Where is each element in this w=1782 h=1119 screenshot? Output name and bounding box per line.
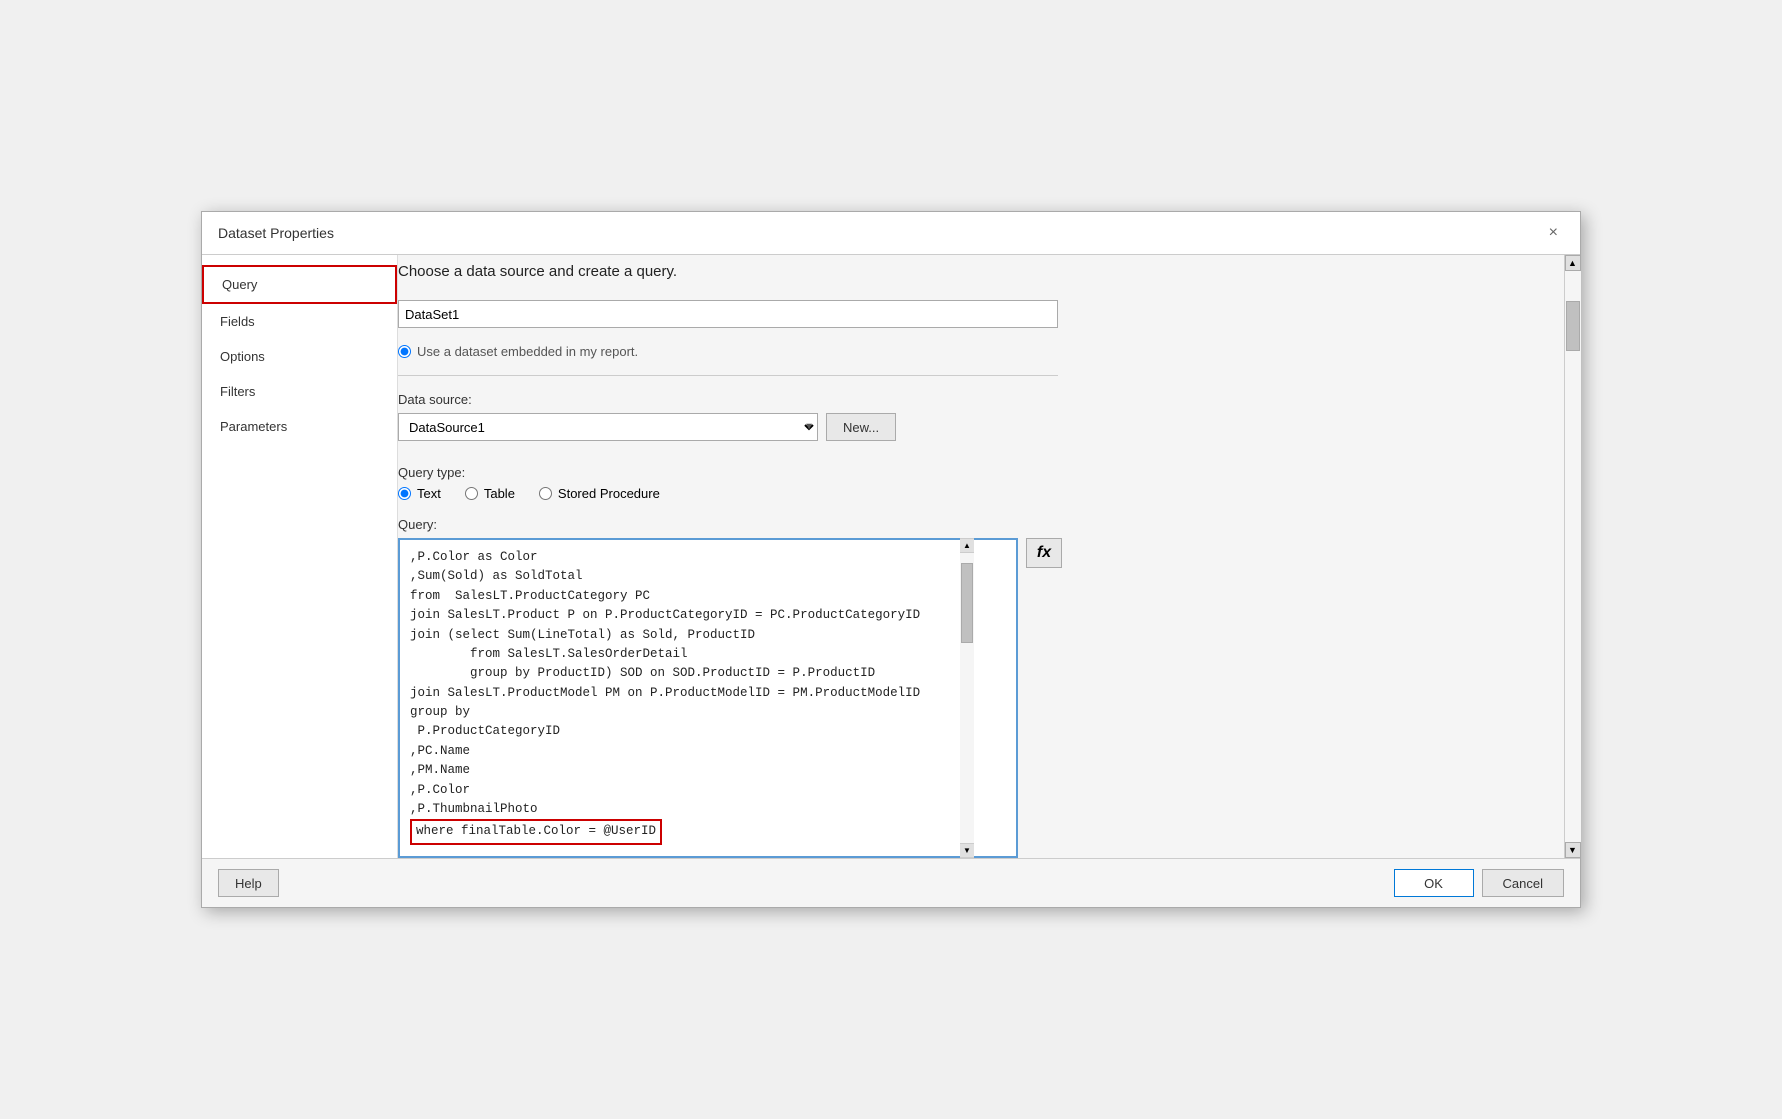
sidebar-item-filters[interactable]: Filters [202,374,397,409]
query-line-5: join (select Sum(LineTotal) as Sold, Pro… [410,628,755,642]
title-bar: Dataset Properties × [202,212,1580,255]
radio-text-label-text: Text [417,486,441,501]
query-label: Query: [398,517,1544,532]
embedded-radio-option: Use a dataset embedded in my report. [398,344,1544,359]
query-type-radio-group: Text Table Stored Procedure [398,486,1544,501]
radio-table[interactable] [465,487,478,500]
query-scroll-down[interactable]: ▼ [960,843,974,857]
query-last-line: where finalTable.Color = @UserID [410,819,662,844]
embedded-radio[interactable] [398,345,411,358]
query-textarea-inner: ,P.Color as Color ,Sum(Sold) as SoldTota… [398,538,1018,858]
outer-scroll-up[interactable]: ▲ [1565,255,1581,271]
radio-text[interactable] [398,487,411,500]
main-content: Choose a data source and create a query.… [398,255,1564,858]
query-line-13: ,P.Color [410,783,470,797]
dataset-name-input[interactable] [398,300,1058,328]
sidebar-item-parameters[interactable]: Parameters [202,409,397,444]
dataset-properties-dialog: Dataset Properties × Query Fields Option… [201,211,1581,908]
radio-text-label[interactable]: Text [398,486,441,501]
footer: Help OK Cancel [202,858,1580,907]
dialog-title: Dataset Properties [218,225,334,241]
query-scroll-up[interactable]: ▲ [960,539,974,553]
query-line-6: from SalesLT.SalesOrderDetail [410,647,688,661]
sidebar-item-query[interactable]: Query [202,265,397,304]
datasource-select-wrapper: DataSource1 ▼ [398,413,818,441]
embedded-label: Use a dataset embedded in my report. [417,344,638,359]
cancel-button[interactable]: Cancel [1482,869,1564,897]
ok-button[interactable]: OK [1394,869,1474,897]
query-line-7: group by ProductID) SOD on SOD.ProductID… [410,666,875,680]
query-line-8: join SalesLT.ProductModel PM on P.Produc… [410,686,920,700]
query-line-1: ,P.Color as Color [410,550,538,564]
query-box-container: ,P.Color as Color ,Sum(Sold) as SoldTota… [398,538,1018,858]
query-type-section: Query type: Text Table Stored Procedu [398,465,1544,501]
query-line-2: ,Sum(Sold) as SoldTotal [410,569,583,583]
query-line-10: P.ProductCategoryID [410,724,560,738]
query-scrollbar: ▲ ▼ [960,538,974,858]
dataset-name-section [398,300,1544,328]
radio-table-label-text: Table [484,486,515,501]
query-text-display: ,P.Color as Color ,Sum(Sold) as SoldTota… [400,540,1016,853]
query-scroll-thumb[interactable] [961,563,973,643]
radio-stored-procedure-label-text: Stored Procedure [558,486,660,501]
query-line-4: join SalesLT.Product P on P.ProductCateg… [410,608,920,622]
fx-button[interactable]: fx [1026,538,1062,568]
query-section: Query: ,P.Color as Color ,Sum(Sold) as S… [398,517,1544,858]
new-datasource-button[interactable]: New... [826,413,896,441]
sidebar-item-options[interactable]: Options [202,339,397,374]
outer-scrollbar: ▲ ▼ [1564,255,1580,858]
sidebar-item-fields[interactable]: Fields [202,304,397,339]
outer-scroll-down[interactable]: ▼ [1565,842,1581,858]
query-type-label: Query type: [398,465,1544,480]
query-line-14: ,P.ThumbnailPhoto [410,802,538,816]
radio-table-label[interactable]: Table [465,486,515,501]
separator [398,375,1058,376]
radio-stored-procedure-label[interactable]: Stored Procedure [539,486,660,501]
content-scroll-wrapper: Choose a data source and create a query.… [398,255,1580,858]
sidebar: Query Fields Options Filters Parameters [202,255,398,858]
query-line-11: ,PC.Name [410,744,470,758]
query-line-3: from SalesLT.ProductCategory PC [410,589,650,603]
close-button[interactable]: × [1543,222,1564,244]
outer-scroll-thumb[interactable] [1566,301,1580,351]
footer-buttons: OK Cancel [1394,869,1564,897]
dialog-body: Query Fields Options Filters Parameters … [202,255,1580,858]
datasource-row: DataSource1 ▼ New... [398,413,1544,441]
query-line-12: ,PM.Name [410,763,470,777]
query-area-wrapper: ,P.Color as Color ,Sum(Sold) as SoldTota… [398,538,1544,858]
datasource-select[interactable]: DataSource1 [398,413,818,441]
datasource-label: Data source: [398,392,1544,407]
query-line-9: group by [410,705,470,719]
outer-scroll-track [1565,271,1581,842]
help-button[interactable]: Help [218,869,279,897]
query-scroll-track [960,553,974,843]
radio-stored-procedure[interactable] [539,487,552,500]
section-title: Choose a data source and create a query. [398,263,1544,280]
